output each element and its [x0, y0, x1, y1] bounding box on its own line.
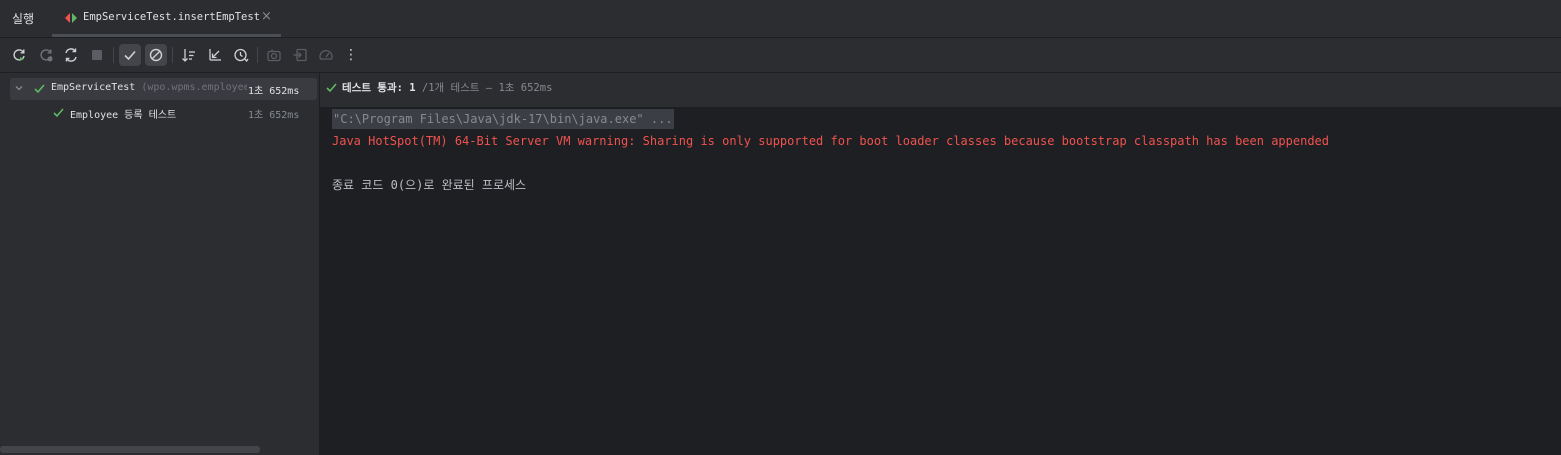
sort-alphabetically-button[interactable]	[178, 44, 200, 66]
test-results-tree: EmpServiceTest (wpo.wpms.employee 1초 652…	[0, 73, 320, 455]
tool-window-title: 실행	[12, 12, 35, 26]
active-tab-indicator	[52, 34, 281, 37]
junit-run-icon	[65, 13, 77, 23]
test-passed-icon	[53, 108, 64, 118]
show-passed-toggle[interactable]	[119, 44, 141, 66]
rerun-failed-button[interactable]	[35, 44, 57, 66]
toolbar-separator	[257, 47, 258, 63]
run-toolbar: ⋮	[0, 38, 1561, 73]
test-passed-icon	[34, 84, 45, 94]
sort-by-duration-button[interactable]	[230, 44, 252, 66]
screenshot-button[interactable]	[263, 44, 285, 66]
tool-window-header: 실행 EmpServiceTest.insertEmpTest ×	[0, 0, 1561, 38]
import-results-icon	[293, 48, 307, 62]
toolbar-separator	[172, 47, 173, 63]
collapse-all-button[interactable]	[204, 44, 226, 66]
console-output[interactable]: "C:\Program Files\Java\jdk-17\bin\java.e…	[320, 108, 1561, 455]
run-configuration-tab[interactable]: EmpServiceTest.insertEmpTest ×	[52, 0, 281, 37]
collapse-all-icon	[209, 49, 221, 61]
console-warning-line: Java HotSpot(TM) 64-Bit Server VM warnin…	[332, 134, 1329, 148]
more-icon: ⋮	[344, 47, 358, 63]
show-passed-icon	[124, 50, 136, 61]
stop-icon	[92, 50, 102, 60]
coverage-icon	[319, 49, 333, 60]
toggle-auto-test-button[interactable]	[60, 44, 82, 66]
tests-passed-icon	[326, 83, 337, 93]
test-status-text: 테스트 통과: 1 /1개 테스트 – 1초 652ms	[342, 80, 552, 95]
test-class-label: EmpServiceTest (wpo.wpms.employee	[51, 82, 247, 93]
test-method-node[interactable]: Employee 등록 테스트 1초 652ms	[10, 102, 317, 124]
run-tab-label: EmpServiceTest.insertEmpTest	[83, 11, 261, 23]
tests-passed-count: 테스트 통과: 1	[342, 82, 416, 94]
sort-duration-icon	[234, 48, 249, 63]
rerun-icon	[13, 49, 25, 61]
tests-total-duration: /1개 테스트 – 1초 652ms	[415, 82, 553, 94]
show-ignored-toggle[interactable]	[145, 44, 167, 66]
test-class-name: EmpServiceTest	[51, 82, 136, 93]
horizontal-scrollbar[interactable]	[0, 446, 260, 453]
toolbar-separator	[113, 47, 114, 63]
console-command-line[interactable]: "C:\Program Files\Java\jdk-17\bin\java.e…	[332, 109, 674, 129]
rerun-auto-icon	[65, 48, 77, 62]
test-class-package: (wpo.wpms.employee	[135, 82, 247, 93]
import-tests-button[interactable]	[289, 44, 311, 66]
test-class-duration: 1초 652ms	[248, 86, 300, 97]
test-method-duration: 1초 652ms	[248, 110, 300, 121]
show-ignored-icon	[149, 48, 163, 62]
more-options-button[interactable]: ⋮	[340, 44, 362, 66]
test-status-bar: 테스트 통과: 1 /1개 테스트 – 1초 652ms	[320, 73, 1561, 108]
sort-alpha-icon	[182, 49, 195, 62]
test-class-node[interactable]: EmpServiceTest (wpo.wpms.employee 1초 652…	[10, 78, 317, 100]
test-method-name: Employee 등록 테스트	[70, 110, 177, 121]
coverage-button[interactable]	[315, 44, 337, 66]
stop-button[interactable]	[86, 44, 108, 66]
run-tool-window: 실행 EmpServiceTest.insertEmpTest × ⋮ EmpS…	[0, 0, 1561, 455]
rerun-button[interactable]	[8, 44, 30, 66]
console-exit-line: 종료 코드 0(으)로 완료된 프로세스	[332, 178, 527, 192]
chevron-down-icon[interactable]	[14, 83, 24, 93]
rerun-failed-icon	[40, 49, 53, 62]
close-tab-icon[interactable]: ×	[261, 10, 272, 24]
screenshot-icon	[267, 49, 281, 62]
